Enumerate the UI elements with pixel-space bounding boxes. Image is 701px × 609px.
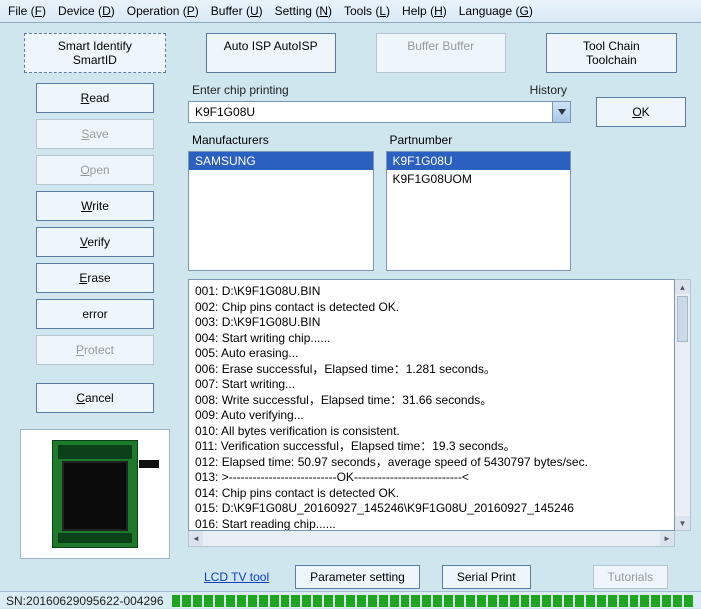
menu-language[interactable]: Language (G) bbox=[455, 2, 537, 20]
sn-label: SN: bbox=[6, 594, 26, 608]
write-button[interactable]: Write bbox=[36, 191, 154, 221]
scroll-down-icon[interactable]: ▼ bbox=[675, 516, 690, 530]
status-bar: SN:20160629095622-004296 bbox=[0, 591, 701, 608]
progress-bar bbox=[170, 594, 696, 608]
lcd-tv-tool-link[interactable]: LCD TV tool bbox=[200, 570, 273, 584]
tutorials-button: Tutorials bbox=[593, 565, 669, 589]
menu-bar: File (F) Device (D) Operation (P) Buffer… bbox=[0, 0, 701, 23]
menu-buffer[interactable]: Buffer (U) bbox=[207, 2, 267, 20]
log-line: 008: Write successful，Elapsed time：31.66… bbox=[195, 393, 668, 409]
log-line: 003: D:\K9F1G08U.BIN bbox=[195, 315, 668, 331]
log-line: 001: D:\K9F1G08U.BIN bbox=[195, 284, 668, 300]
menu-tools[interactable]: Tools (L) bbox=[340, 2, 394, 20]
chip-input[interactable] bbox=[188, 101, 553, 123]
log-line: 009: Auto verifying... bbox=[195, 408, 668, 424]
log-line: 005: Auto erasing... bbox=[195, 346, 668, 362]
menu-help[interactable]: Help (H) bbox=[398, 2, 451, 20]
save-button: Save bbox=[36, 119, 154, 149]
toolchain-button[interactable]: Tool Chain Toolchain bbox=[546, 33, 677, 73]
log-line: 002: Chip pins contact is detected OK. bbox=[195, 300, 668, 316]
read-button[interactable]: Read bbox=[36, 83, 154, 113]
cancel-button[interactable]: Cancel bbox=[36, 383, 154, 413]
chip-input-label: Enter chip printing bbox=[192, 83, 289, 97]
action-column: Read Save Open Write Verify Erase error … bbox=[10, 83, 180, 559]
error-button[interactable]: error bbox=[36, 299, 154, 329]
log-line: 016: Start reading chip...... bbox=[195, 517, 668, 532]
open-button: Open bbox=[36, 155, 154, 185]
partnumber-list[interactable]: K9F1G08U K9F1G08UOM bbox=[386, 151, 572, 271]
menu-setting[interactable]: Setting (N) bbox=[271, 2, 336, 20]
scroll-up-icon[interactable]: ▲ bbox=[675, 280, 690, 294]
scroll-right-icon[interactable]: ► bbox=[660, 531, 674, 546]
manufacturers-list[interactable]: SAMSUNG bbox=[188, 151, 374, 271]
chevron-down-icon[interactable] bbox=[553, 101, 571, 123]
verify-button[interactable]: Verify bbox=[36, 227, 154, 257]
log-line: 015: D:\K9F1G08U_20160927_145246\K9F1G08… bbox=[195, 501, 668, 517]
menu-operation[interactable]: Operation (P) bbox=[123, 2, 203, 20]
menu-device[interactable]: Device (D) bbox=[54, 2, 119, 20]
erase-button[interactable]: Erase bbox=[36, 263, 154, 293]
scroll-left-icon[interactable]: ◄ bbox=[189, 531, 203, 546]
top-toolbar: Smart Identify SmartID Auto ISP AutoISP … bbox=[0, 23, 701, 83]
manufacturers-label: Manufacturers bbox=[188, 133, 374, 151]
log-line: 013: >---------------------------OK-----… bbox=[195, 470, 668, 486]
partnumber-label: Partnumber bbox=[386, 133, 572, 151]
chip-combobox[interactable] bbox=[188, 101, 571, 123]
horizontal-scrollbar[interactable]: ◄ ► bbox=[188, 531, 675, 547]
log-line: 014: Chip pins contact is detected OK. bbox=[195, 486, 668, 502]
log-line: 006: Erase successful，Elapsed time：1.281… bbox=[195, 362, 668, 378]
autoisp-button[interactable]: Auto ISP AutoISP bbox=[206, 33, 336, 73]
list-item[interactable]: SAMSUNG bbox=[189, 152, 373, 170]
log-line: 010: All bytes verification is consisten… bbox=[195, 424, 668, 440]
smartid-button[interactable]: Smart Identify SmartID bbox=[24, 33, 166, 73]
scroll-thumb[interactable] bbox=[677, 296, 688, 342]
log-line: 007: Start writing... bbox=[195, 377, 668, 393]
menu-file[interactable]: File (F) bbox=[4, 2, 50, 20]
chip-photo bbox=[20, 429, 170, 559]
vertical-scrollbar[interactable]: ▲ ▼ bbox=[675, 279, 691, 531]
log-line: 004: Start writing chip...... bbox=[195, 331, 668, 347]
log-panel: 001: D:\K9F1G08U.BIN002: Chip pins conta… bbox=[188, 279, 675, 531]
parameter-setting-button[interactable]: Parameter setting bbox=[295, 565, 420, 589]
sn-value: 20160629095622-004296 bbox=[26, 594, 163, 608]
bottom-toolbar: LCD TV tool Parameter setting Serial Pri… bbox=[0, 559, 701, 591]
history-label: History bbox=[530, 83, 567, 97]
log-line: 012: Elapsed time: 50.97 seconds，average… bbox=[195, 455, 668, 471]
list-item[interactable]: K9F1G08UOM bbox=[387, 170, 571, 188]
buffer-button: Buffer Buffer bbox=[376, 33, 506, 73]
protect-button: Protect bbox=[36, 335, 154, 365]
list-item[interactable]: K9F1G08U bbox=[387, 152, 571, 170]
serial-print-button[interactable]: Serial Print bbox=[442, 565, 531, 589]
log-line: 011: Verification successful，Elapsed tim… bbox=[195, 439, 668, 455]
ok-button[interactable]: OK bbox=[596, 97, 686, 127]
